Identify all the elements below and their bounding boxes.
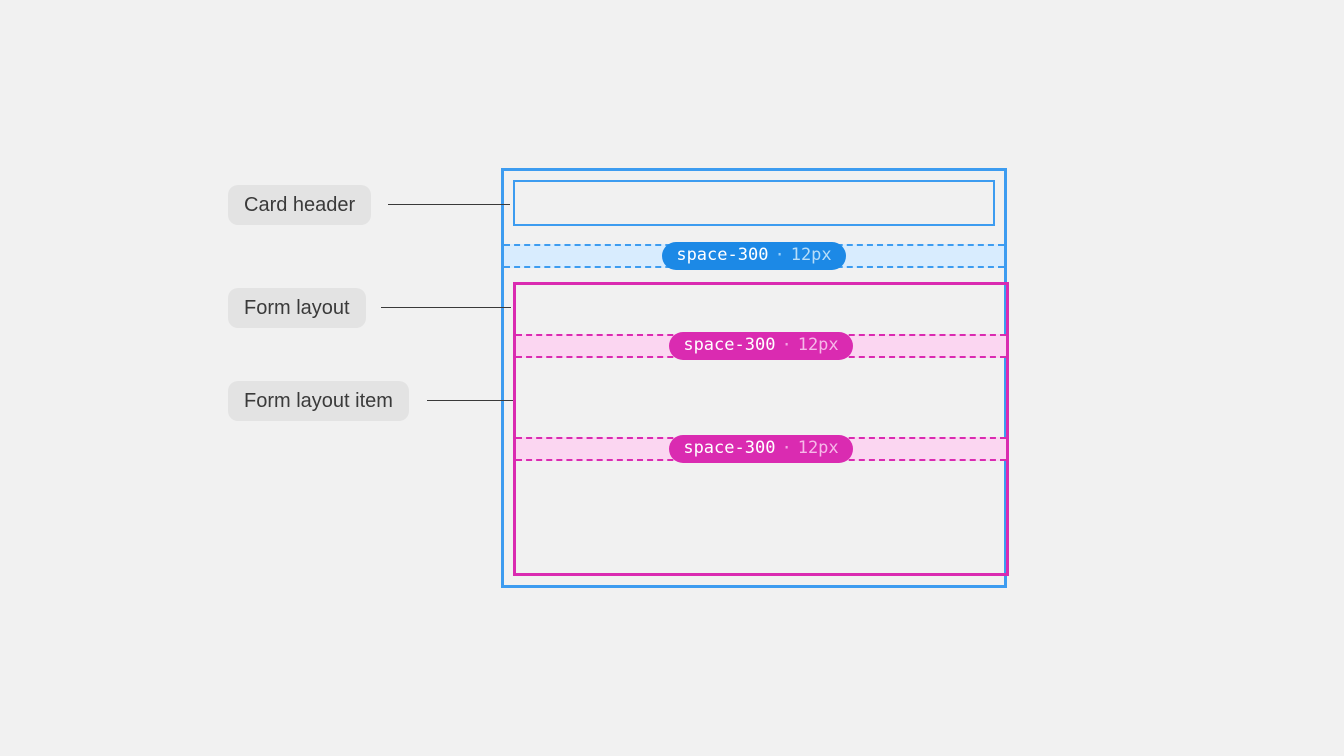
spacing-token-name: space-300 (676, 247, 768, 264)
spacing-band-card-gap: space-300 · 12px (504, 244, 1004, 268)
card-header-slot (513, 180, 995, 226)
annotation-leader-line (427, 400, 513, 401)
spacing-token-name: space-300 (683, 440, 775, 457)
annotation-label-text: Card header (244, 194, 355, 216)
spacing-token-separator: · (774, 247, 784, 264)
annotation-leader-line (388, 204, 510, 205)
spacing-token-value: 12px (798, 440, 839, 457)
form-layout-outline (513, 282, 1009, 576)
diagram-stage: space-300 · 12px space-300 · 12px space-… (0, 0, 1344, 756)
spacing-token-pill: space-300 · 12px (662, 242, 845, 270)
spacing-token-value: 12px (798, 337, 839, 354)
spacing-token-name: space-300 (683, 337, 775, 354)
spacing-token-separator: · (781, 440, 791, 457)
annotation-label-form-layout: Form layout (228, 288, 366, 328)
annotation-leader-line (381, 307, 511, 308)
annotation-label-text: Form layout item (244, 390, 393, 412)
spacing-token-pill: space-300 · 12px (669, 435, 852, 463)
annotation-label-text: Form layout (244, 297, 350, 319)
annotation-label-form-layout-item: Form layout item (228, 381, 409, 421)
spacing-token-separator: · (781, 337, 791, 354)
spacing-token-pill: space-300 · 12px (669, 332, 852, 360)
annotation-label-card-header: Card header (228, 185, 371, 225)
spacing-band-form-gap-1: space-300 · 12px (516, 334, 1006, 358)
spacing-token-value: 12px (791, 247, 832, 264)
spacing-band-form-gap-2: space-300 · 12px (516, 437, 1006, 461)
